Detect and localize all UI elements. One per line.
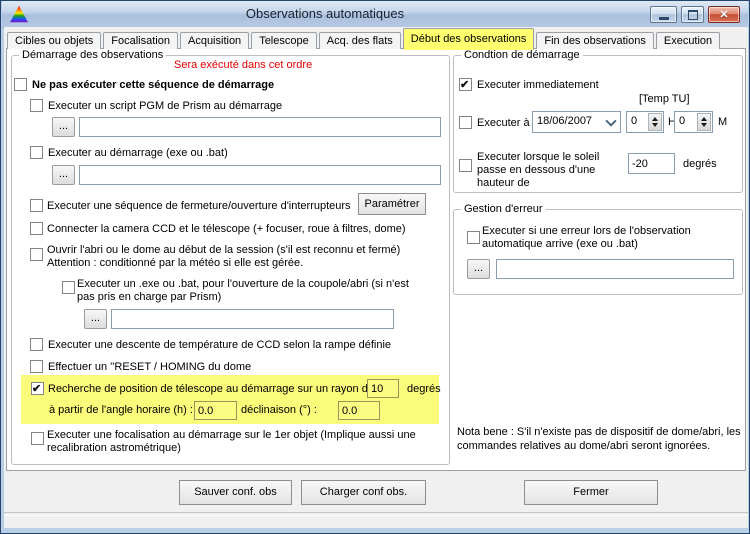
- save-conf-button[interactable]: Sauver conf. obs: [179, 480, 292, 505]
- hour-spinner[interactable]: 0: [626, 111, 664, 133]
- radius-input[interactable]: [367, 379, 399, 398]
- open-dome-label: Ouvrir l'abri ou le dome au début de la …: [47, 244, 445, 270]
- checkbox-no-exec-sequence[interactable]: [14, 78, 27, 91]
- temp-tu-label: [Temp TU]: [639, 93, 690, 105]
- close-icon: ✕: [719, 8, 728, 21]
- dome-exe-path-input[interactable]: [111, 309, 394, 329]
- group-title: Condtion de démarrage: [461, 49, 583, 61]
- browse-script-button[interactable]: ...: [52, 117, 75, 137]
- minute-value: 0: [679, 115, 685, 127]
- sun-altitude-input[interactable]: [628, 153, 675, 174]
- footer-divider: [4, 512, 748, 516]
- checkbox-search-position[interactable]: [31, 382, 44, 395]
- chevron-down-icon[interactable]: [605, 115, 616, 126]
- dome-exe-label: Executer un .exe ou .bat, pour l'ouvertu…: [77, 278, 412, 304]
- focus-startup-label: Executer une focalisation au démarrage s…: [47, 429, 437, 455]
- declination-input[interactable]: [338, 401, 380, 420]
- spin-up-icon[interactable]: [701, 117, 707, 121]
- minimize-icon: [659, 17, 669, 20]
- no-exec-label: Ne pas exécuter cette séquence de démarr…: [32, 79, 274, 91]
- tab-cibles-ou-objets[interactable]: Cibles ou objets: [7, 32, 101, 49]
- browse-exec-bat-button[interactable]: ...: [52, 165, 75, 185]
- minute-unit-label: M: [718, 116, 727, 128]
- checkbox-focus-startup[interactable]: [31, 432, 44, 445]
- checkbox-connect-ccd[interactable]: [30, 222, 43, 235]
- restore-icon: [688, 10, 698, 20]
- exec-at-label: Executer à: [477, 117, 530, 129]
- checkbox-dome-exe[interactable]: [62, 281, 75, 294]
- browse-dome-exe-button[interactable]: ...: [84, 309, 107, 329]
- tab-focalisation[interactable]: Focalisation: [103, 32, 178, 49]
- reset-homing-label: Effectuer un ''RESET / HOMING du dome: [48, 361, 251, 373]
- checkbox-temp-ramp[interactable]: [30, 338, 43, 351]
- tab-execution[interactable]: Execution: [656, 32, 720, 49]
- hour-angle-input[interactable]: [194, 401, 237, 420]
- checkbox-exec-bat[interactable]: [30, 146, 43, 159]
- tab-strip: Cibles ou objets Focalisation Acquisitio…: [7, 28, 722, 49]
- group-gestion-erreur: Gestion d'erreur: [453, 209, 743, 295]
- spin-up-icon[interactable]: [652, 117, 658, 121]
- checkbox-script-pgm[interactable]: [30, 99, 43, 112]
- tab-fin-des-observations[interactable]: Fin des observations: [536, 32, 654, 49]
- checkbox-open-dome[interactable]: [30, 248, 43, 261]
- hour-value: 0: [631, 115, 637, 127]
- exec-bat-label: Executer au démarrage (exe ou .bat): [48, 147, 228, 159]
- switch-sequence-label: Executer une séquence de fermeture/ouver…: [47, 200, 351, 212]
- search-position-label: Recherche de position de télescope au dé…: [48, 383, 374, 395]
- radius-unit-label: degrés: [407, 383, 441, 395]
- group-title: Démarrage des observations: [19, 49, 166, 61]
- checkbox-reset-homing[interactable]: [30, 360, 43, 373]
- date-value: 18/06/2007: [537, 115, 592, 127]
- sun-unit-label: degrés: [683, 158, 717, 170]
- fermer-button[interactable]: Fermer: [524, 480, 658, 505]
- exec-bat-path-input[interactable]: [79, 165, 441, 185]
- nota-bene-text: Nota bene : S'il n'existe pas de disposi…: [457, 425, 745, 453]
- minimize-button[interactable]: [650, 6, 677, 23]
- tab-debut-des-observations[interactable]: Début des observations: [403, 28, 535, 50]
- checkbox-exec-at[interactable]: [459, 116, 472, 129]
- tab-telescope[interactable]: Telescope: [251, 32, 317, 49]
- tab-acq-des-flats[interactable]: Acq. des flats: [319, 32, 401, 49]
- browse-error-exe-button[interactable]: ...: [467, 259, 490, 279]
- restore-button[interactable]: [681, 6, 704, 23]
- date-combobox[interactable]: 18/06/2007: [532, 111, 621, 133]
- hour-angle-label: à partir de l'angle horaire (h) :: [49, 404, 193, 416]
- spinner-buttons[interactable]: [648, 113, 662, 131]
- tab-acquisition[interactable]: Acquisition: [180, 32, 249, 49]
- checkbox-error-exec[interactable]: [467, 231, 480, 244]
- load-conf-button[interactable]: Charger conf obs.: [301, 480, 426, 505]
- order-note: Sera exécuté dans cet ordre: [174, 59, 312, 71]
- error-exe-path-input[interactable]: [496, 259, 734, 279]
- spin-down-icon[interactable]: [652, 123, 658, 127]
- exec-now-label: Executer immediatement: [477, 79, 599, 91]
- error-exec-label: Executer si une erreur lors de l'observa…: [482, 225, 722, 251]
- spin-down-icon[interactable]: [701, 123, 707, 127]
- declination-label: déclinaison (°) :: [241, 404, 317, 416]
- minute-spinner[interactable]: 0: [674, 111, 713, 133]
- checkbox-sun-altitude[interactable]: [459, 159, 472, 172]
- temp-ramp-label: Executer une descente de température de …: [48, 339, 391, 351]
- observations-automatiques-window: Observations automatiques ✕ Cibles ou ob…: [0, 0, 750, 534]
- parametrer-button[interactable]: Paramétrer: [358, 193, 426, 215]
- close-button[interactable]: ✕: [708, 6, 740, 23]
- sun-altitude-label: Executer lorsque le soleil passe en dess…: [477, 151, 629, 190]
- connect-ccd-label: Connecter la camera CCD et le télescope …: [47, 223, 406, 235]
- script-path-input[interactable]: [79, 117, 441, 137]
- script-pgm-label: Executer un script PGM de Prism au démar…: [48, 100, 282, 112]
- checkbox-exec-now[interactable]: [459, 78, 472, 91]
- title-bar[interactable]: Observations automatiques ✕: [2, 1, 748, 28]
- group-title: Gestion d'erreur: [461, 203, 546, 215]
- window-title: Observations automatiques: [2, 1, 648, 27]
- spinner-buttons[interactable]: [697, 113, 711, 131]
- checkbox-switch-sequence[interactable]: [30, 199, 43, 212]
